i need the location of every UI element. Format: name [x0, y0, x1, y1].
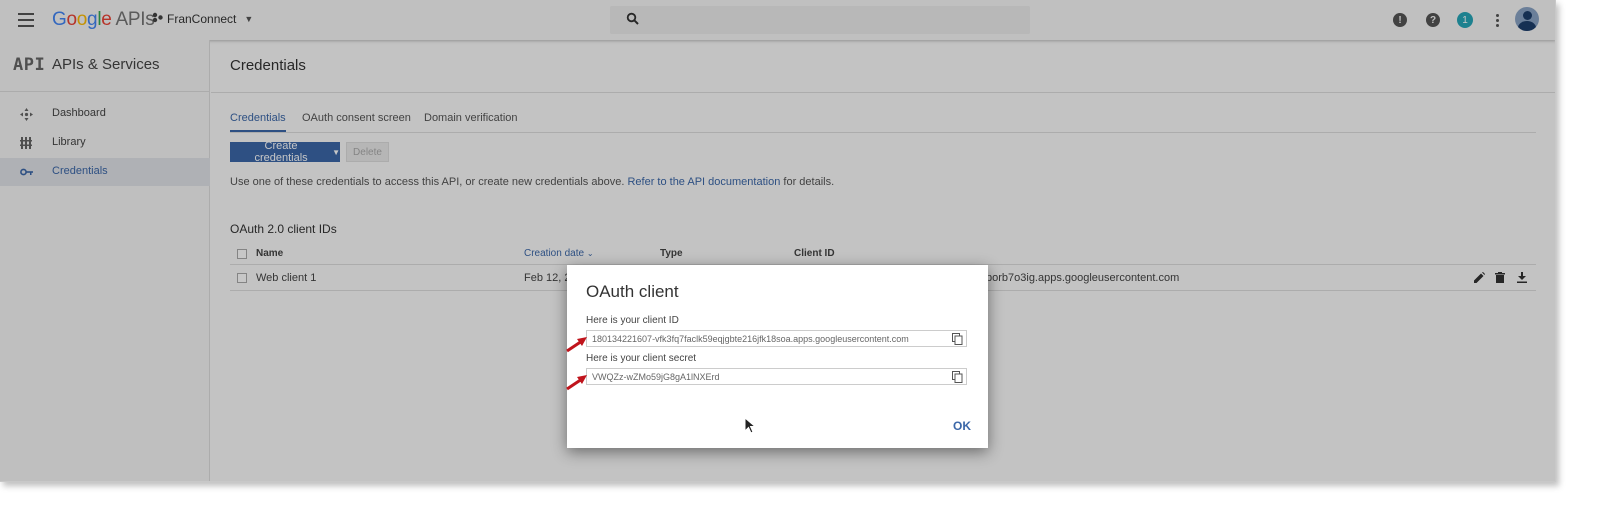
- browser-window: Google APIs FranConnect ▼ ! ? 1 API APIs …: [0, 0, 1556, 482]
- client-secret-field[interactable]: VWQZz-wZMo59jG8gA1lNXErd: [586, 368, 967, 385]
- client-id-value: 180134221607-vfk3fq7faclk59eqjgbte216jfk…: [592, 333, 909, 344]
- client-secret-value: VWQZz-wZMo59jG8gA1lNXErd: [592, 371, 720, 382]
- ok-button[interactable]: OK: [953, 419, 971, 433]
- copy-icon[interactable]: [952, 333, 963, 345]
- annotation-arrow-icon: [566, 375, 587, 391]
- dialog-title: OAuth client: [586, 282, 679, 301]
- copy-icon[interactable]: [952, 371, 963, 383]
- mouse-cursor-icon: [744, 417, 756, 434]
- client-id-label: Here is your client ID: [586, 315, 679, 326]
- client-secret-label: Here is your client secret: [586, 353, 697, 364]
- oauth-client-dialog: OAuth client Here is your client ID 1801…: [567, 265, 988, 448]
- client-id-field[interactable]: 180134221607-vfk3fq7faclk59eqjgbte216jfk…: [586, 330, 967, 347]
- annotation-arrow-icon: [566, 337, 587, 353]
